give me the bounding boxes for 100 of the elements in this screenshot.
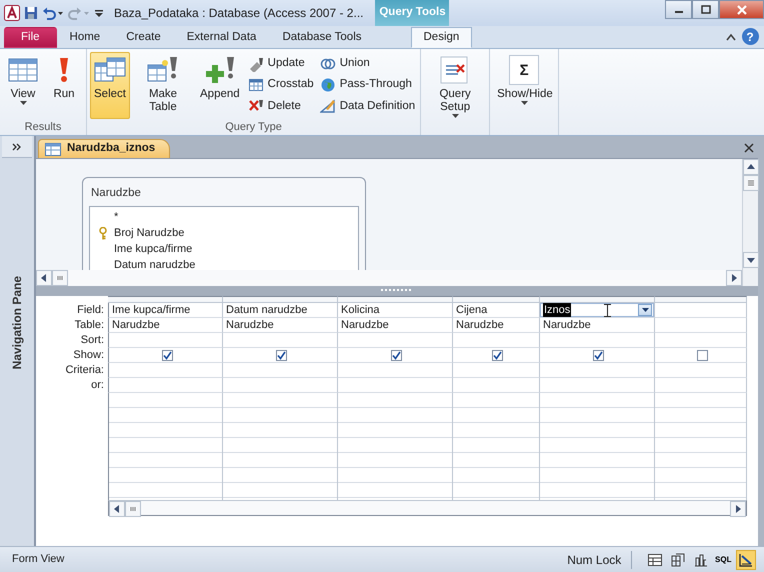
scroll-thumb-button[interactable] <box>125 501 141 517</box>
grid-cell[interactable]: Narudzbe <box>223 318 338 333</box>
checkbox[interactable] <box>162 350 172 360</box>
check-icon <box>594 350 603 360</box>
design-view-button[interactable] <box>736 550 756 570</box>
scroll-thumb-button[interactable] <box>52 270 68 286</box>
grid-cell[interactable]: Cijena <box>453 303 540 318</box>
column-selector[interactable] <box>338 296 453 303</box>
globe-icon <box>320 76 336 93</box>
field-name[interactable]: * <box>114 209 118 226</box>
checkbox[interactable] <box>492 350 503 360</box>
double-chevron-icon <box>12 142 22 150</box>
navigation-pane-label[interactable]: Navigation Pane <box>8 276 26 370</box>
row-label: Show: <box>72 348 105 363</box>
ribbon-button[interactable]: Σ Show/Hide <box>493 52 556 119</box>
minimize-button[interactable] <box>665 0 692 19</box>
scroll-left-button[interactable] <box>109 501 125 517</box>
ribbon-button[interactable]: View <box>3 52 43 119</box>
grid-cell[interactable] <box>223 333 338 348</box>
horizontal-scrollbar[interactable] <box>108 500 747 516</box>
scroll-thumb-button[interactable] <box>743 175 759 191</box>
grid-cell[interactable]: Narudzbe <box>540 318 655 333</box>
column-selector[interactable] <box>108 296 223 303</box>
dropdown-button[interactable] <box>638 304 652 316</box>
grid-cell[interactable] <box>338 333 453 348</box>
window-title: Baza_Podataka : Database (Access 2007 - 2... <box>114 5 364 22</box>
grid-cell[interactable] <box>655 363 747 378</box>
grid-cell[interactable]: Datum narudzbe <box>223 303 338 318</box>
ribbon-button[interactable]: Select <box>90 52 130 119</box>
group-label: Query Type <box>224 120 283 135</box>
scroll-left-button[interactable] <box>36 270 52 286</box>
field-name[interactable]: Datum narudzbe <box>114 257 196 270</box>
checkbox[interactable] <box>276 350 287 360</box>
ribbon-tab[interactable]: External Data <box>174 27 270 48</box>
row-label: Field: <box>76 303 105 318</box>
ribbon-button[interactable]: Query Setup <box>424 52 486 122</box>
scroll-down-button[interactable] <box>743 252 759 268</box>
checkbox[interactable] <box>696 350 708 360</box>
ribbon-button[interactable]: Append <box>196 52 244 119</box>
grid-cell[interactable] <box>655 303 747 318</box>
grid-cell[interactable] <box>108 363 223 378</box>
close-icon[interactable] <box>744 143 754 153</box>
maximize-icon <box>700 5 710 14</box>
ribbon-button[interactable]: Make Table <box>132 52 194 119</box>
maximize-button[interactable] <box>692 0 719 19</box>
ribbon-button[interactable]: Data Definition <box>318 96 418 116</box>
column-selector[interactable] <box>453 296 540 303</box>
splitter-grip-icon[interactable] <box>380 289 414 293</box>
grid-cell[interactable]: Narudzbe <box>338 318 453 333</box>
collapse-ribbon-icon[interactable] <box>726 32 736 41</box>
ribbon-tab[interactable]: Design <box>410 27 472 48</box>
grid-icon <box>248 76 264 93</box>
checkbox[interactable] <box>391 350 402 360</box>
grid-cell[interactable] <box>223 363 338 378</box>
checkbox[interactable] <box>593 350 604 360</box>
context-tab-label: Query Tools <box>375 0 450 26</box>
column-selector[interactable] <box>223 296 338 303</box>
ribbon-button[interactable]: Update <box>246 54 316 74</box>
grid-cell[interactable]: Ime kupca/firme <box>108 303 223 318</box>
ribbon-button[interactable]: Union <box>318 54 418 74</box>
file-tab[interactable]: File <box>4 27 57 48</box>
ribbon-tab[interactable]: Database Tools <box>269 27 374 48</box>
scroll-right-button[interactable] <box>726 270 742 286</box>
row-label: Table: <box>74 318 105 333</box>
grid-cell[interactable] <box>655 318 747 333</box>
ribbon-button[interactable]: Pass-Through <box>318 75 418 94</box>
ribbon-button[interactable]: Run <box>45 52 83 119</box>
grid-cell[interactable]: Iznos <box>540 303 655 318</box>
close-icon <box>736 4 746 14</box>
grid-cell[interactable] <box>108 333 223 348</box>
scroll-up-button[interactable] <box>743 159 759 175</box>
grid-cell[interactable] <box>655 333 747 348</box>
grid-cell[interactable]: Kolicina <box>338 303 453 318</box>
scroll-up-icon <box>747 163 755 171</box>
grid-cell[interactable]: Narudzbe <box>108 318 223 333</box>
scroll-thumb-icon <box>129 505 137 513</box>
ribbon-tab[interactable]: Home <box>56 27 114 48</box>
ribbon-button[interactable]: Crosstab <box>246 75 316 94</box>
grid-cell[interactable]: Narudzbe <box>453 318 540 333</box>
sql-view-button[interactable]: SQL <box>713 550 734 570</box>
field-name[interactable]: Ime kupca/firme <box>114 241 192 258</box>
scroll-right-button[interactable] <box>730 501 746 517</box>
app-icon[interactable] <box>4 5 20 21</box>
help-icon[interactable]: ? <box>742 28 758 46</box>
field-name[interactable]: Broj Narudzbe <box>114 225 184 242</box>
close-button[interactable] <box>719 0 764 19</box>
grid-cell[interactable] <box>453 333 540 348</box>
expand-pane-button[interactable] <box>2 136 32 158</box>
save-icon[interactable] <box>24 6 38 20</box>
grid-cell[interactable] <box>453 363 540 378</box>
check-icon <box>493 350 502 360</box>
ribbon-tab[interactable]: Create <box>113 27 174 48</box>
grid-cell[interactable] <box>540 333 655 348</box>
row-label: Sort: <box>80 333 105 348</box>
document-tab[interactable]: Narudzba_iznos <box>38 139 170 158</box>
ribbon-button[interactable]: Delete <box>246 96 316 116</box>
grid-cell[interactable] <box>540 363 655 378</box>
pivotchart-view-icon <box>692 552 708 568</box>
grid-cell[interactable] <box>338 363 453 378</box>
undo-icon[interactable] <box>42 6 64 20</box>
